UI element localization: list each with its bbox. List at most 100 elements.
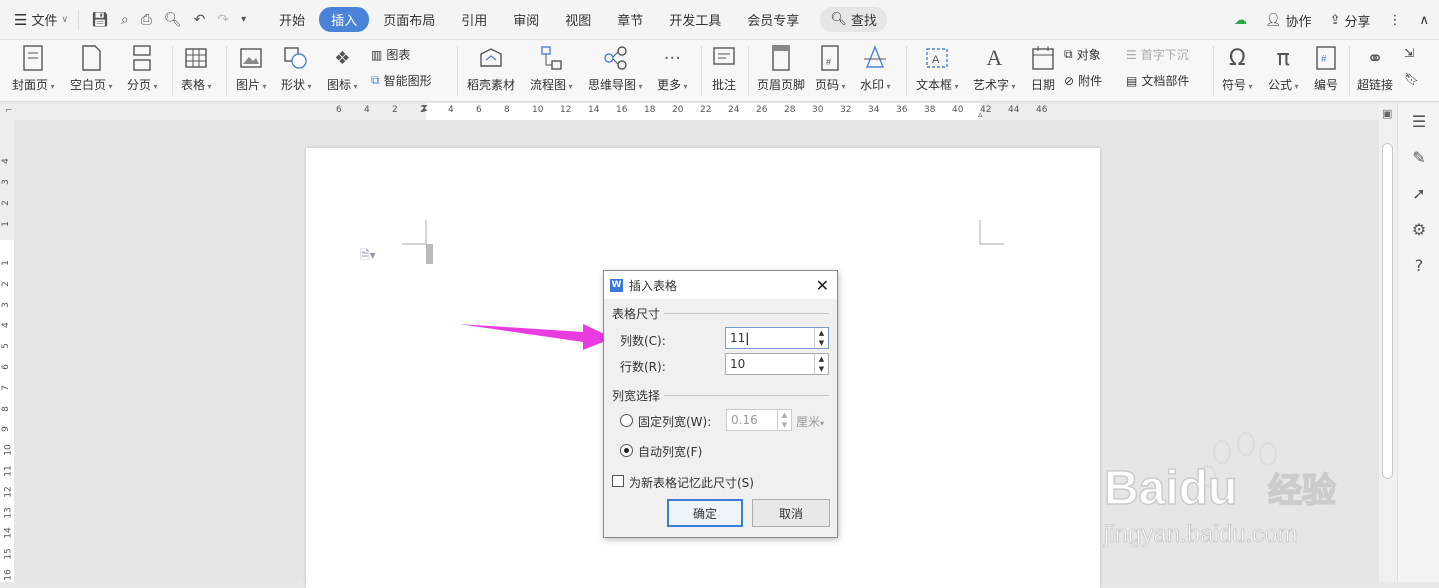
fixed-width-stepper[interactable]: 0.16 ▲ ▼ <box>726 409 792 431</box>
scroll-top-icon[interactable]: ▣ <box>1382 107 1392 120</box>
brand-cn-text: 经验 <box>1268 471 1336 511</box>
tab-page-layout[interactable]: 页面布局 <box>371 7 447 32</box>
edit-pen-icon[interactable]: ✎ <box>1398 139 1439 175</box>
icon-library-button[interactable]: ❖ 图标 <box>327 40 358 102</box>
tab-section[interactable]: 章节 <box>605 7 655 32</box>
table-button[interactable]: 表格 <box>181 40 212 102</box>
drop-cap-button[interactable]: ☰ 首字下沉 <box>1126 46 1189 63</box>
docer-material-button[interactable]: 稻壳素材 <box>467 40 515 102</box>
numbering-icon: # <box>1312 44 1340 72</box>
object-button[interactable]: ⧉ 对象 <box>1064 46 1101 63</box>
help-icon[interactable]: ? <box>1398 247 1439 283</box>
watermark-button[interactable]: 水印 <box>860 40 891 102</box>
ruler-tick-label: 22 <box>700 105 712 115</box>
bookmark-icon: 🔖︎ <box>1404 72 1420 86</box>
ruler-tick-label: 3 <box>0 179 11 185</box>
spin-arrows[interactable]: ▲ ▼ <box>777 410 791 430</box>
search-button[interactable]: 🔍︎ 查找 <box>820 7 887 32</box>
fixed-width-radio[interactable] <box>620 414 633 427</box>
spin-arrows[interactable]: ▲ ▼ <box>814 328 828 348</box>
spin-arrows[interactable]: ▲ ▼ <box>814 354 828 374</box>
more-button[interactable]: ··· 更多 <box>657 40 688 102</box>
rows-value[interactable]: 10 <box>730 357 745 371</box>
spin-down-icon[interactable]: ▼ <box>778 420 791 430</box>
blank-page-button[interactable]: 空白页 <box>70 40 113 102</box>
ribbon-separator <box>226 46 227 96</box>
auto-width-radio[interactable] <box>620 444 633 457</box>
more-label: 更多 <box>657 76 688 93</box>
comment-button[interactable]: 批注 <box>710 40 738 102</box>
spin-up-icon[interactable]: ▲ <box>815 354 828 364</box>
mindmap-button[interactable]: 思维导图 <box>588 40 643 102</box>
tab-insert[interactable]: 插入 <box>319 7 370 32</box>
ruler-tick-label: 28 <box>784 105 796 115</box>
tab-references[interactable]: 引用 <box>449 7 499 32</box>
cloud-sync-icon[interactable]: ☁ <box>1234 13 1247 28</box>
remember-size-checkbox[interactable] <box>612 475 624 487</box>
horizontal-ruler[interactable]: ⌐ ⧗ ▵ 6 4 2 2 4 6 8 10 12 14 16 18 20 22 24 26 28 30 32 34 3… <box>0 103 1379 120</box>
close-icon[interactable]: ✕ <box>816 276 829 295</box>
numbering-button[interactable]: # 编号 <box>1312 40 1340 102</box>
bookmark-button[interactable]: 🔖︎ <box>1404 72 1419 86</box>
crossref-icon: ⇲ <box>1404 46 1415 60</box>
page-break-button[interactable]: 分页 <box>127 40 158 102</box>
save-icon[interactable]: 💾︎ <box>91 12 109 28</box>
file-menu[interactable]: ☰ 文件 ∨ <box>0 0 78 40</box>
formula-button[interactable]: π 公式 <box>1268 40 1299 102</box>
flowchart-button[interactable]: 流程图 <box>530 40 573 102</box>
spin-down-icon[interactable]: ▼ <box>815 338 828 348</box>
spin-up-icon[interactable]: ▲ <box>815 328 828 338</box>
hyperlink-button[interactable]: ⚭ 超链接 <box>1357 40 1393 102</box>
shape-button[interactable]: 形状 <box>281 40 312 102</box>
cover-page-button[interactable]: 封面页 <box>12 40 55 102</box>
vertical-scrollbar[interactable]: ▣ <box>1379 103 1397 582</box>
format-painter-icon[interactable]: ⌕ <box>121 12 129 28</box>
vertical-ruler[interactable]: 4 3 2 1 1 2 3 4 5 6 7 8 9 10 11 12 13 14 15 16 <box>0 120 14 582</box>
ribbon-separator <box>701 46 702 96</box>
customize-chevron-icon[interactable]: ▾ <box>241 14 246 25</box>
tab-view[interactable]: 视图 <box>553 7 603 32</box>
textbox-button[interactable]: A 文本框 <box>916 40 959 102</box>
smart-art-button[interactable]: ⧉ 智能图形 <box>371 72 432 89</box>
spin-up-icon[interactable]: ▲ <box>778 410 791 420</box>
print-icon[interactable]: ⎙ <box>141 12 152 28</box>
share-button[interactable]: ⇪ 分享 <box>1330 11 1371 30</box>
header-footer-button[interactable]: 页眉页脚 <box>757 40 805 102</box>
ruler-tick-label: 14 <box>3 527 14 540</box>
tab-member[interactable]: 会员专享 <box>735 7 811 32</box>
redo-icon[interactable]: ↷ <box>217 12 229 28</box>
undo-icon[interactable]: ↶ <box>194 12 206 28</box>
page-break-icon <box>128 44 156 72</box>
tab-developer[interactable]: 开发工具 <box>657 7 733 32</box>
baidu-jingyan-watermark: Baidu 经验 jingyan.baidu.com <box>1100 430 1380 550</box>
date-button[interactable]: 日期 <box>1029 40 1057 102</box>
pane-menu-icon[interactable]: ☰ <box>1398 103 1439 139</box>
page-number-label: 页码 <box>815 76 846 93</box>
more-vertical-icon[interactable]: ⋮ <box>1388 13 1401 28</box>
cursor-select-icon[interactable]: ➚ <box>1398 175 1439 211</box>
scrollbar-thumb[interactable] <box>1382 143 1393 479</box>
wordart-button[interactable]: A 艺术字 <box>973 40 1016 102</box>
columns-stepper[interactable]: 11 | ▲ ▼ <box>725 327 829 349</box>
cancel-button[interactable]: 取消 <box>752 499 830 527</box>
picture-button[interactable]: 图片 <box>236 40 267 102</box>
collapse-ribbon-icon[interactable]: ∧ <box>1419 13 1429 28</box>
crossref-button[interactable]: ⇲ <box>1404 46 1414 60</box>
unit-select[interactable]: 厘米▾ <box>796 413 824 430</box>
attachment-button[interactable]: ⊘ 附件 <box>1064 72 1102 89</box>
columns-value[interactable]: 11 <box>730 331 745 345</box>
symbol-button[interactable]: Ω 符号 <box>1222 40 1253 102</box>
chart-button[interactable]: ▥ 图表 <box>371 46 410 63</box>
dialog-title: 插入表格 <box>629 278 678 293</box>
ok-button[interactable]: 确定 <box>667 499 743 527</box>
page-number-button[interactable]: # 页码 <box>815 40 846 102</box>
tab-review[interactable]: 审阅 <box>501 7 551 32</box>
rows-stepper[interactable]: 10 ▲ ▼ <box>725 353 829 375</box>
tab-home[interactable]: 开始 <box>267 7 317 32</box>
print-preview-icon[interactable]: 🔍︎ <box>164 12 182 28</box>
doc-parts-button[interactable]: ▤ 文档部件 <box>1126 72 1189 89</box>
collab-button[interactable]: 👤︎ 协作 <box>1265 11 1312 30</box>
adjust-sliders-icon[interactable]: ⚙ <box>1398 211 1439 247</box>
spin-down-icon[interactable]: ▼ <box>815 364 828 374</box>
paragraph-options-icon[interactable]: 🗎︎▾ <box>360 246 376 267</box>
